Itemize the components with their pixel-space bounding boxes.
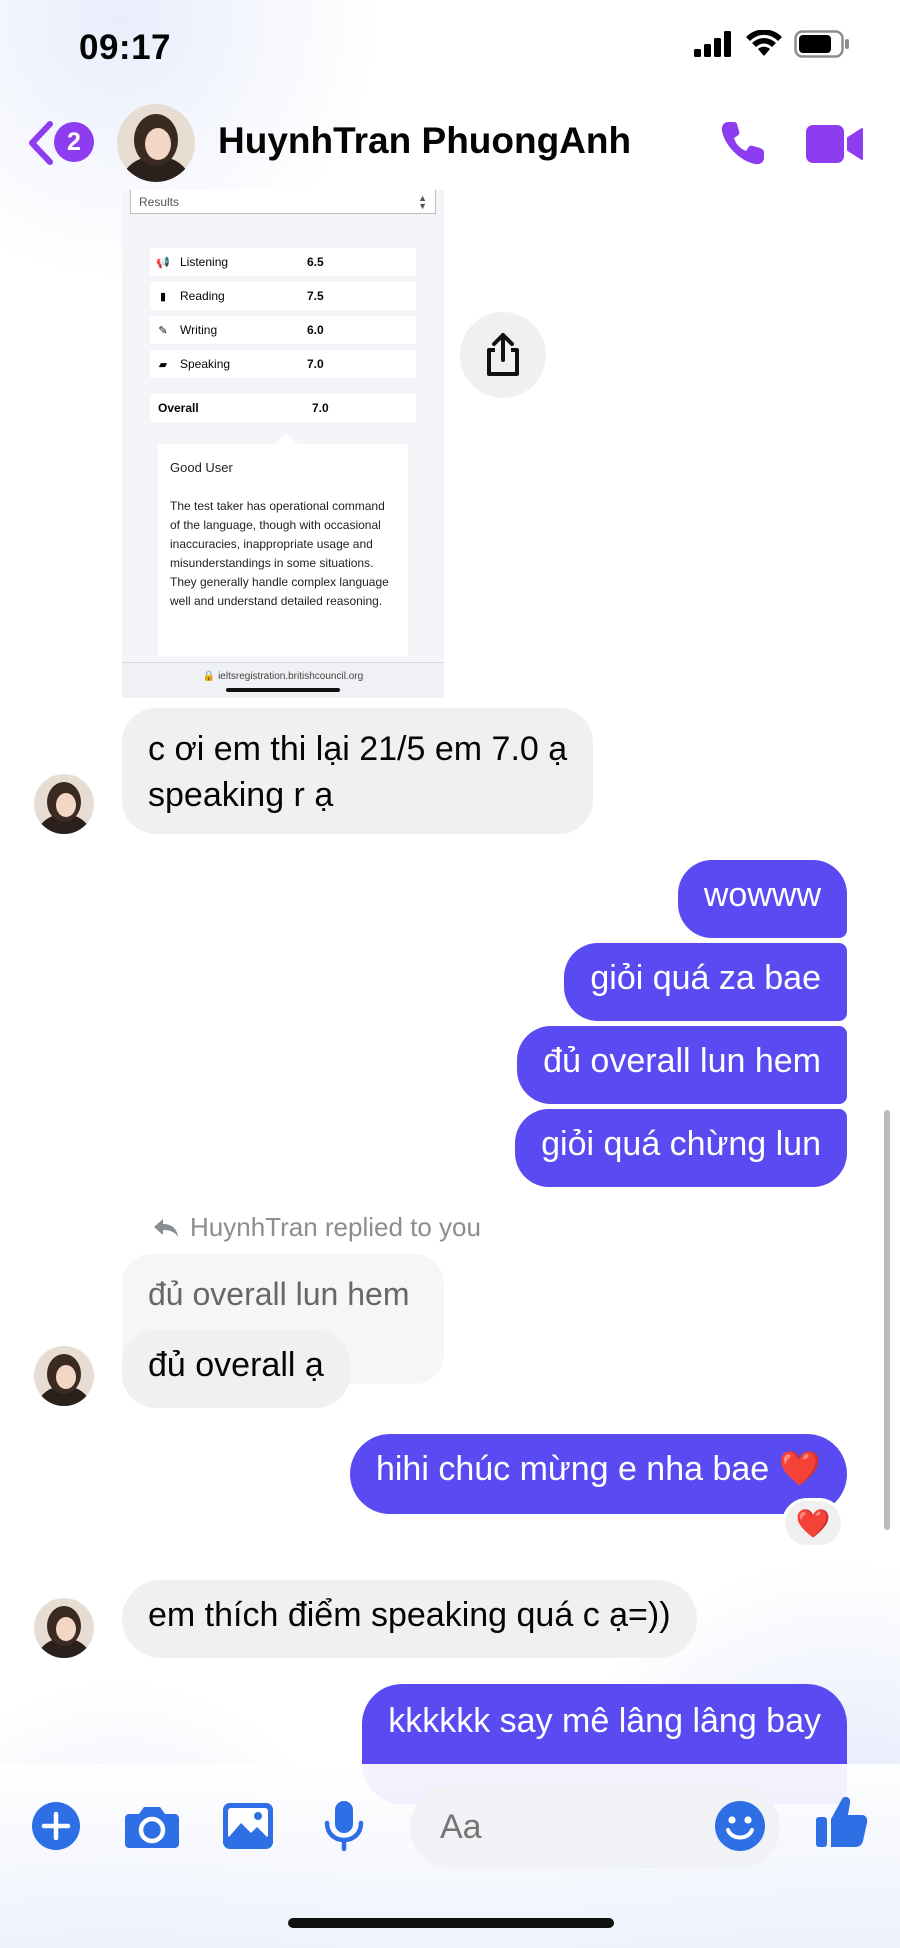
outgoing-message[interactable]: hihi chúc mừng e nha bae ❤️	[349, 1434, 847, 1514]
voice-button[interactable]	[316, 1798, 372, 1854]
avatar-photo	[34, 774, 94, 834]
overall-value: 7.0	[312, 401, 329, 415]
share-icon	[487, 333, 519, 376]
gallery-button[interactable]	[220, 1798, 276, 1854]
score-label: Reading	[180, 289, 225, 303]
message-text: c ơi em thi lại 21/5 em 7.0 ạ	[148, 730, 568, 768]
status-time: 09:17	[79, 28, 172, 67]
like-button[interactable]	[814, 1794, 870, 1850]
photo-icon	[223, 1803, 273, 1849]
sort-arrows-icon: ▲ ▼	[418, 192, 427, 211]
incoming-message[interactable]: em thích điểm speaking quá c ạ=))	[122, 1580, 697, 1658]
outgoing-message[interactable]: giỏi quá chừng lun	[515, 1109, 847, 1187]
score-label: Writing	[180, 323, 218, 337]
battery-icon	[794, 30, 849, 58]
band-title: Good User	[170, 460, 233, 475]
contact-avatar-small[interactable]	[34, 1346, 94, 1406]
smiley-icon	[715, 1801, 765, 1851]
share-button[interactable]	[460, 312, 546, 398]
results-dropdown: Results ▲ ▼	[130, 190, 436, 214]
avatar-photo	[34, 1346, 94, 1406]
conversation-header: 2 HuynhTran PhuongAnh	[0, 100, 900, 190]
reply-note-text: HuynhTran replied to you	[190, 1212, 481, 1242]
video-camera-icon	[806, 125, 863, 163]
outgoing-message[interactable]: wowww	[677, 860, 847, 938]
score-row-overall: Overall 7.0	[150, 394, 416, 422]
outgoing-message[interactable]: giỏi quá za bae	[564, 943, 847, 1021]
url-text: ieltsregistration.britishcouncil.org	[218, 671, 364, 682]
score-row-reading: ▮ Reading 7.5	[150, 282, 416, 310]
pencil-icon: ✎	[158, 324, 168, 337]
reply-indicator: HuynhTran replied to you	[152, 1212, 481, 1243]
message-input[interactable]	[440, 1786, 700, 1868]
score-value: 7.5	[307, 289, 324, 303]
reply-arrow-icon	[154, 1218, 178, 1237]
microphone-icon	[324, 1801, 364, 1851]
wifi-icon	[746, 30, 782, 56]
contact-name[interactable]: HuynhTran PhuongAnh	[218, 120, 631, 162]
screenshot-home-indicator	[226, 688, 340, 692]
add-button[interactable]	[28, 1798, 84, 1854]
back-button[interactable]: 2	[26, 118, 96, 168]
camera-icon	[125, 1807, 179, 1848]
phone-icon	[721, 122, 764, 165]
cellular-signal-icon	[694, 31, 731, 57]
camera-button[interactable]	[124, 1798, 180, 1854]
score-label: Speaking	[180, 357, 231, 371]
message-input-box[interactable]	[410, 1786, 780, 1868]
score-label: Listening	[180, 255, 229, 269]
dropdown-value: Results	[139, 194, 180, 209]
lock-icon: 🔒	[202, 671, 216, 682]
avatar-photo	[117, 104, 195, 182]
band-description: The test taker has operational command o…	[170, 499, 389, 608]
audio-call-button[interactable]	[718, 118, 768, 173]
contact-avatar-small[interactable]	[34, 774, 94, 834]
emoji-button[interactable]	[714, 1800, 766, 1857]
scrollbar[interactable]	[884, 1110, 890, 1530]
thumbs-up-icon	[816, 1796, 868, 1847]
plus-circle-icon	[32, 1802, 80, 1850]
book-icon: ▮	[159, 290, 167, 303]
score-row-listening: 📢 Listening 6.5	[150, 248, 416, 276]
home-indicator	[288, 1918, 614, 1928]
outgoing-message[interactable]: đủ overall lun hem	[517, 1026, 847, 1104]
heart-icon: ❤️	[795, 1507, 831, 1539]
contact-avatar[interactable]	[117, 104, 195, 182]
message-text: speaking r ạ	[148, 776, 334, 814]
speech-bubbles-icon: ▰	[158, 358, 168, 371]
heart-reaction[interactable]: ❤️	[782, 1498, 844, 1548]
score-row-speaking: ▰ Speaking 7.0	[150, 350, 416, 378]
incoming-message[interactable]: đủ overall ạ	[122, 1330, 350, 1408]
shared-screenshot-image[interactable]: Results ▲ ▼ 📢 Listening 6.5 ▮ Reading 7.5…	[122, 190, 444, 698]
chevron-left-icon	[29, 121, 53, 165]
contact-avatar-small[interactable]	[34, 1598, 94, 1658]
score-value: 6.0	[307, 323, 324, 337]
incoming-message[interactable]: c ơi em thi lại 21/5 em 7.0 ạ speaking r…	[122, 708, 594, 834]
megaphone-icon: 📢	[156, 256, 170, 269]
overall-label: Overall	[158, 401, 199, 415]
score-row-writing: ✎ Writing 6.0	[150, 316, 416, 344]
status-icons	[694, 30, 850, 58]
unread-count-badge: 2	[54, 122, 94, 162]
url-bar: 🔒 ieltsregistration.britishcouncil.org	[122, 662, 444, 698]
score-value: 6.5	[307, 255, 324, 269]
score-value: 7.0	[307, 357, 324, 371]
avatar-photo	[34, 1598, 94, 1658]
video-call-button[interactable]	[806, 122, 864, 171]
band-description-card: Good User The test taker has operational…	[158, 444, 408, 656]
